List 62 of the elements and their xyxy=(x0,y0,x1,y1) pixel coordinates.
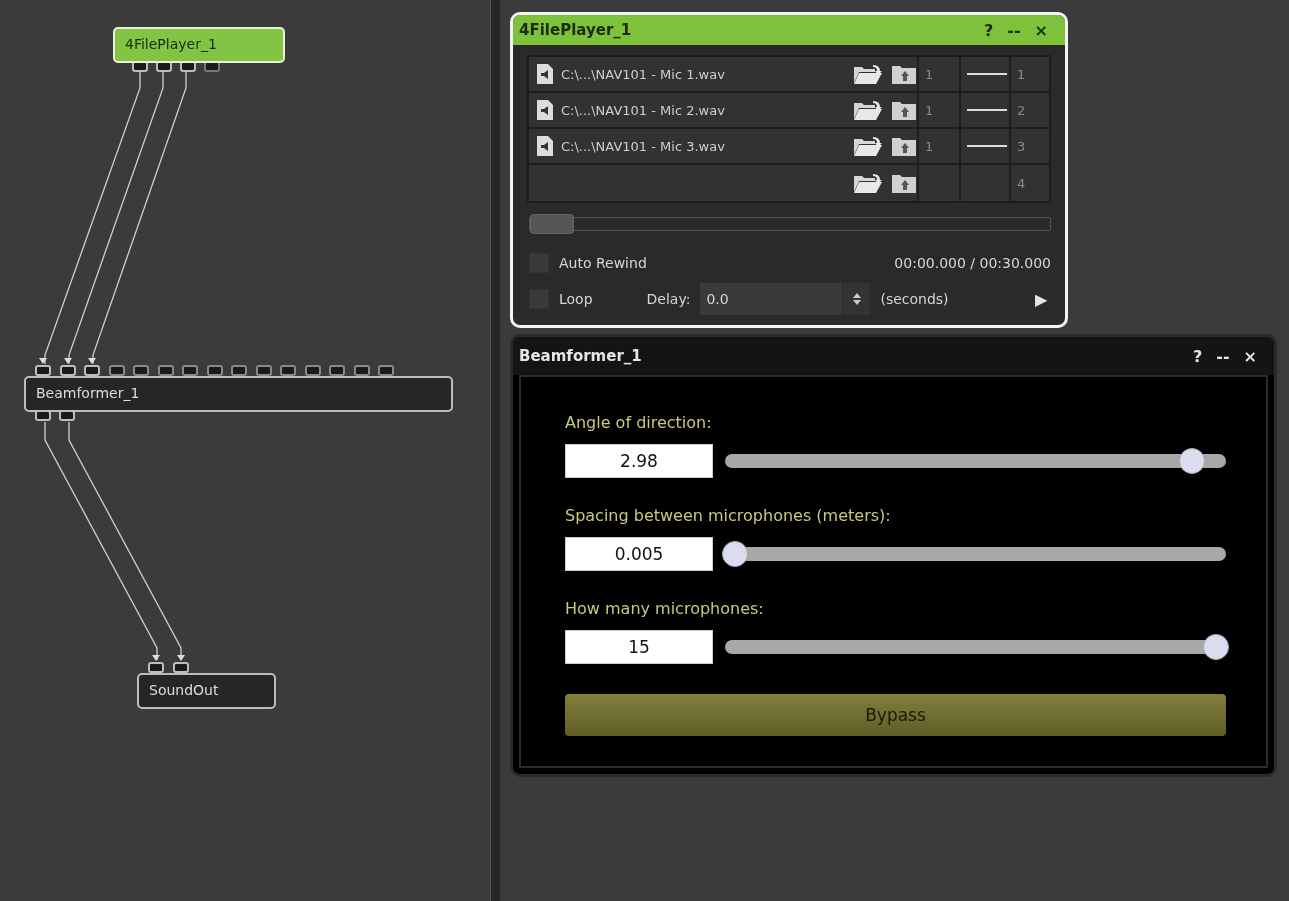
slider[interactable] xyxy=(725,634,1226,660)
window-title: Beamformer_1 xyxy=(519,347,643,365)
delay-label: Delay: xyxy=(646,291,691,307)
arrow-head-icon xyxy=(176,655,185,661)
output-cell-text: 4 xyxy=(1016,174,1027,193)
file-path: C:\...\NAV101 - Mic 3.wav xyxy=(561,138,726,154)
play-button[interactable]: ▶ xyxy=(1031,289,1051,309)
folder-icon[interactable] xyxy=(891,172,917,194)
checkbox-label: Loop xyxy=(559,291,593,307)
value-field[interactable]: 2.98 xyxy=(565,444,713,478)
open-folder-icon[interactable] xyxy=(853,99,883,121)
header-button[interactable]: × xyxy=(1027,20,1055,40)
unit-label: (seconds) xyxy=(880,291,949,307)
header-button[interactable]: -- xyxy=(1000,20,1028,40)
header-button[interactable]: -- xyxy=(1209,346,1237,366)
node[interactable]: Beamformer_1 xyxy=(24,376,453,412)
arrow-head-icon xyxy=(63,358,72,364)
arrow-head-icon xyxy=(39,358,47,364)
open-folder-icon[interactable] xyxy=(853,172,883,194)
channel-cell: 1 xyxy=(919,129,961,163)
slider[interactable] xyxy=(725,541,1226,567)
folder-icon[interactable] xyxy=(891,135,917,157)
open-folder-icon[interactable] xyxy=(853,63,883,85)
output-cell-text: 3 xyxy=(1016,137,1027,156)
folder-icon[interactable] xyxy=(891,99,917,121)
arrow-head-icon xyxy=(152,655,160,661)
audio-file-icon xyxy=(537,64,553,84)
position-slider[interactable] xyxy=(529,217,1051,231)
folder-icon[interactable] xyxy=(891,63,917,85)
parameter-label: Angle of direction: xyxy=(565,413,713,432)
link-line-icon xyxy=(967,145,1007,147)
checkbox-label: Auto Rewind xyxy=(559,255,647,271)
audio-file-icon xyxy=(537,136,553,156)
file-path: C:\...\NAV101 - Mic 2.wav xyxy=(561,102,726,118)
time-readout: 00:00.000 / 00:30.000 xyxy=(894,255,1051,271)
slider-thumb[interactable] xyxy=(1203,634,1229,660)
link-line-icon xyxy=(967,73,1007,75)
output-cell-text: 1 xyxy=(1016,65,1027,84)
parameter-label: Spacing between microphones (meters): xyxy=(565,506,892,525)
link-line-icon xyxy=(967,109,1007,111)
header-button[interactable]: ? xyxy=(1186,346,1210,366)
slider-thumb[interactable] xyxy=(530,214,574,234)
slider-thumb[interactable] xyxy=(722,541,748,567)
value-field[interactable]: 0.005 xyxy=(565,537,713,571)
audio-file-icon xyxy=(537,100,553,120)
node[interactable]: SoundOut xyxy=(137,673,276,709)
channel-cell: 1 xyxy=(919,93,961,127)
arrow-head-icon xyxy=(88,358,96,364)
value-field[interactable]: 15 xyxy=(565,630,713,664)
window-title: 4FilePlayer_1 xyxy=(519,21,633,39)
node[interactable]: 4FilePlayer_1 xyxy=(113,27,285,63)
channel-cell: 1 xyxy=(919,57,961,91)
output-cell-text: 2 xyxy=(1016,101,1027,120)
header-button[interactable]: × xyxy=(1236,346,1264,366)
header-button[interactable]: ? xyxy=(977,20,1001,40)
delay-field[interactable]: 0.0 xyxy=(700,283,871,315)
slider-thumb[interactable] xyxy=(1178,448,1205,474)
spinner-icon[interactable] xyxy=(852,293,861,305)
slider[interactable] xyxy=(725,448,1226,474)
file-path: C:\...\NAV101 - Mic 1.wav xyxy=(561,66,726,82)
open-folder-icon[interactable] xyxy=(853,135,883,157)
parameter-label: How many microphones: xyxy=(565,599,765,618)
